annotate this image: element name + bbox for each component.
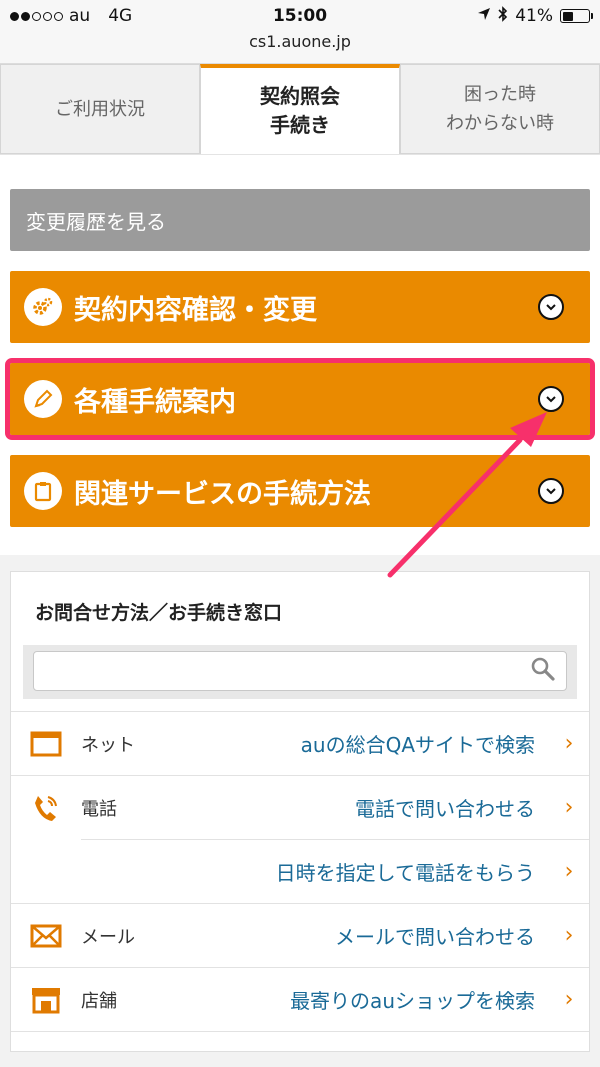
chevron-right-icon: › [564, 923, 574, 948]
main-content: 変更履歴を見る 契約内容確認・変更 各種手続案内 関連サービスの手続方法 [0, 154, 600, 555]
pen-icon [24, 380, 62, 418]
search-icon[interactable] [530, 656, 556, 686]
category-mail: メール [81, 926, 135, 948]
change-history-label: 変更履歴を見る [26, 209, 166, 234]
inquiry-section: お問合せ方法／お手続き窓口 ネット auの総合QAサイトで検索 › 電話 電話で… [10, 571, 590, 1052]
tab-usage[interactable]: ご利用状況 [0, 64, 200, 154]
procedure-guide-label: 各種手続案内 [74, 386, 236, 418]
url-text: cs1.auone.jp [249, 32, 351, 51]
shop-icon [11, 986, 81, 1014]
location-icon [477, 6, 491, 26]
url-bar[interactable]: cs1.auone.jp [0, 32, 600, 64]
change-history-button[interactable]: 変更履歴を見る [10, 189, 590, 251]
gear-icon [24, 288, 62, 326]
browser-icon [11, 731, 81, 757]
category-phone: 電話 [81, 798, 117, 820]
phone-icon [11, 793, 81, 823]
network-label: 4G [108, 6, 133, 26]
category-shop: 店舗 [81, 990, 117, 1012]
status-bar: au 4G 15:00 41% [0, 0, 600, 32]
signal-icon [10, 11, 63, 21]
link-qa-search[interactable]: auの総合QAサイトで検索 [171, 729, 549, 758]
battery-percent: 41% [515, 6, 553, 26]
inquiry-row-phone[interactable]: 電話 電話で問い合わせる › [11, 775, 589, 839]
chevron-down-icon [538, 478, 564, 504]
inquiry-row-shop[interactable]: 店舗 最寄りのauショップを検索 › [11, 967, 589, 1031]
inquiry-row-net[interactable]: ネット auの総合QAサイトで検索 › [11, 711, 589, 775]
chevron-right-icon: › [564, 859, 574, 884]
link-callback[interactable]: 日時を指定して電話をもらう [81, 857, 549, 886]
contract-details-button[interactable]: 契約内容確認・変更 [10, 271, 590, 343]
contract-details-label: 契約内容確認・変更 [74, 294, 317, 326]
inquiry-row-callback[interactable]: 日時を指定して電話をもらう › [81, 839, 589, 903]
carrier-label: au [69, 6, 91, 26]
status-left: au 4G [10, 6, 132, 26]
link-shop-search[interactable]: 最寄りのauショップを検索 [171, 985, 549, 1014]
tab-contract[interactable]: 契約照会 手続き [200, 64, 400, 154]
related-services-label: 関連サービスの手続方法 [74, 478, 371, 510]
related-services-button[interactable]: 関連サービスの手続方法 [10, 455, 590, 527]
status-right: 41% [477, 5, 593, 28]
clipboard-icon [24, 472, 62, 510]
search-area [23, 645, 577, 699]
chevron-down-icon [538, 294, 564, 320]
search-input[interactable] [33, 651, 567, 691]
inquiry-title: お問合せ方法／お手続き窓口 [35, 602, 283, 624]
link-phone-inquiry[interactable]: 電話で問い合わせる [171, 793, 549, 822]
tab-help[interactable]: 困った時 わからない時 [400, 64, 600, 154]
bluetooth-icon [498, 5, 508, 28]
chevron-right-icon: › [564, 795, 574, 820]
link-mail-inquiry[interactable]: メールで問い合わせる [171, 921, 549, 950]
chevron-right-icon: › [564, 731, 574, 756]
procedure-guide-button[interactable]: 各種手続案内 [5, 358, 595, 440]
tab-bar: ご利用状況 契約照会 手続き 困った時 わからない時 [0, 64, 600, 154]
chevron-down-icon [538, 386, 564, 412]
inquiry-row-mail[interactable]: メール メールで問い合わせる › [11, 903, 589, 967]
mail-icon [11, 924, 81, 948]
battery-icon [560, 9, 593, 23]
chevron-right-icon: › [564, 987, 574, 1012]
category-net: ネット [81, 734, 135, 756]
